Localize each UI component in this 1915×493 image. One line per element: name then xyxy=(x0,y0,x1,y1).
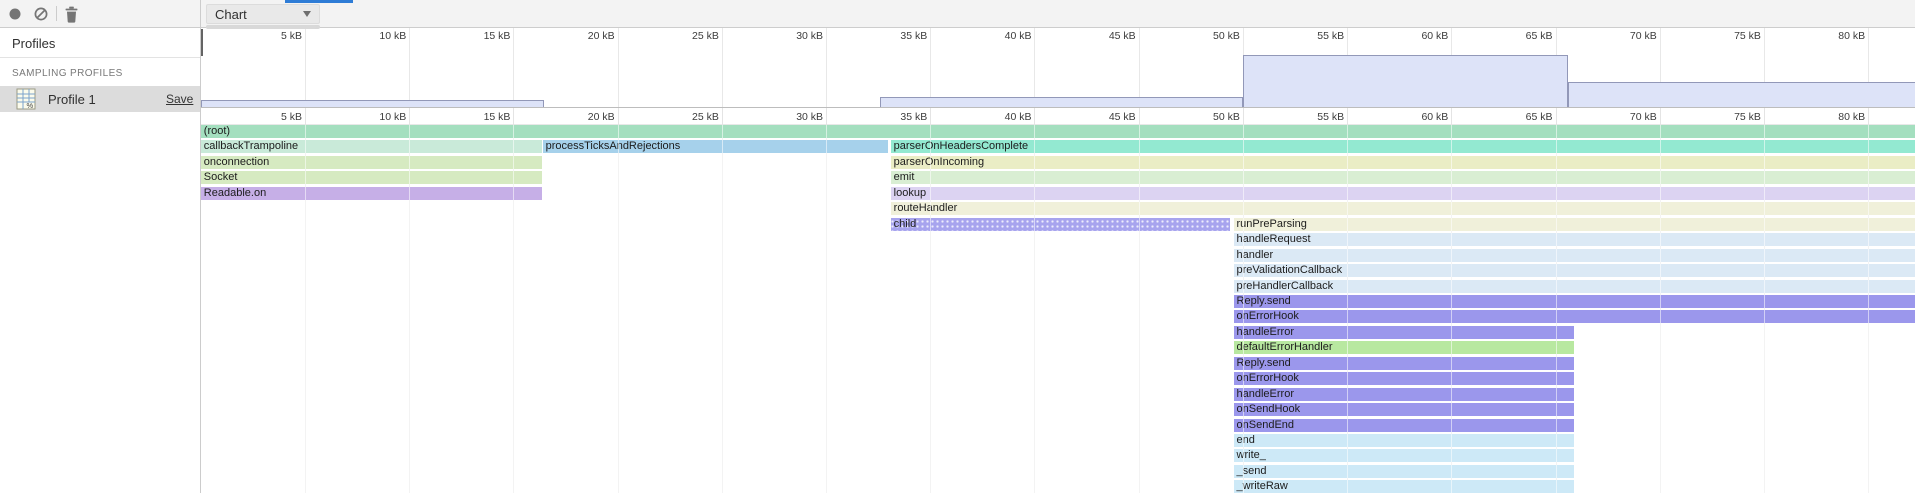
ruler-label: 35 kB xyxy=(900,111,927,123)
flame-bar[interactable]: (root) xyxy=(201,125,1915,138)
flame-bar[interactable]: handler xyxy=(1234,249,1915,262)
ruler-label: 70 kB xyxy=(1630,30,1657,42)
flame-bar[interactable]: lookup xyxy=(891,187,1915,200)
gridline-overlay xyxy=(826,125,827,493)
ruler-label: 25 kB xyxy=(692,111,719,123)
flame-bar[interactable]: emit xyxy=(891,171,1915,184)
flame-bar[interactable]: defaultErrorHandler xyxy=(1234,341,1575,354)
flame-bar[interactable]: write_ xyxy=(1234,449,1575,462)
gridline-overlay xyxy=(1556,125,1557,493)
ruler-label: 65 kB xyxy=(1526,30,1553,42)
gridline xyxy=(618,28,619,107)
ruler-label: 15 kB xyxy=(484,111,511,123)
gridline-overlay xyxy=(1868,125,1869,493)
gridline-overlay xyxy=(1764,125,1765,493)
ruler-label: 75 kB xyxy=(1734,111,1761,123)
ruler-label: 30 kB xyxy=(796,30,823,42)
gridline xyxy=(826,28,827,107)
flame-bar[interactable]: runPreParsing xyxy=(1234,218,1915,231)
ruler-label: 60 kB xyxy=(1421,30,1448,42)
ruler-label: 55 kB xyxy=(1317,30,1344,42)
ruler-label: 50 kB xyxy=(1213,111,1240,123)
gridline-overlay xyxy=(513,125,514,493)
ruler-label: 65 kB xyxy=(1526,111,1553,123)
flame-bar[interactable]: preHandlerCallback xyxy=(1234,280,1915,293)
ruler-label: 70 kB xyxy=(1630,111,1657,123)
gridline-overlay xyxy=(618,125,619,493)
ruler-label: 40 kB xyxy=(1005,30,1032,42)
overview-memory-area[interactable] xyxy=(1568,82,1915,107)
ruler-label: 30 kB xyxy=(796,111,823,123)
ruler-label: 75 kB xyxy=(1734,30,1761,42)
flame-bar[interactable]: handleRequest xyxy=(1234,233,1915,246)
gridline xyxy=(1139,28,1140,107)
flame-bar[interactable]: onconnection xyxy=(201,156,542,169)
gridline xyxy=(305,28,306,107)
flame-bar[interactable]: _writeRaw xyxy=(1234,480,1575,493)
flame-bar[interactable]: routeHandler xyxy=(891,202,1915,215)
gridline-overlay xyxy=(1660,125,1661,493)
ruler-label: 10 kB xyxy=(379,30,406,42)
flame-bar[interactable]: Reply.send xyxy=(1234,357,1575,370)
flame-bar[interactable]: onSendEnd xyxy=(1234,419,1575,432)
flame-bar[interactable]: handleError xyxy=(1234,326,1575,339)
overview-grip xyxy=(206,25,316,29)
ruler-label: 60 kB xyxy=(1421,111,1448,123)
flame-bar[interactable]: Reply.send xyxy=(1234,295,1915,308)
gridline xyxy=(722,28,723,107)
ruler-label: 50 kB xyxy=(1213,30,1240,42)
flame-bar[interactable]: processTicksAndRejections xyxy=(543,140,888,153)
overview-memory-area[interactable] xyxy=(1243,55,1568,107)
gridline-overlay xyxy=(1451,125,1452,493)
flame-bar[interactable]: handleError xyxy=(1234,388,1575,401)
gridline-overlay xyxy=(722,125,723,493)
flame-bar[interactable]: child xyxy=(891,218,1231,231)
ruler-label: 20 kB xyxy=(588,30,615,42)
flame-bar[interactable]: onErrorHook xyxy=(1234,372,1575,385)
flame-bar[interactable]: onErrorHook xyxy=(1234,310,1915,323)
ruler-label: 25 kB xyxy=(692,30,719,42)
ruler-label: 40 kB xyxy=(1005,111,1032,123)
gridline xyxy=(513,28,514,107)
ruler-label: 5 kB xyxy=(281,111,302,123)
gridline-overlay xyxy=(1243,125,1244,493)
gridline-overlay xyxy=(409,125,410,493)
flame-bar[interactable]: Socket xyxy=(201,171,542,184)
ruler-label: 20 kB xyxy=(588,111,615,123)
ruler-label: 45 kB xyxy=(1109,30,1136,42)
flame-bar[interactable]: onSendHook xyxy=(1234,403,1575,416)
gridline xyxy=(1034,28,1035,107)
flame-bar[interactable]: Readable.on xyxy=(201,187,542,200)
devtools-memory-panel: Chart Profiles SAMPLING PROFILES % Profi… xyxy=(0,0,1915,493)
ruler-label: 10 kB xyxy=(379,111,406,123)
gridline-overlay xyxy=(1139,125,1140,493)
gridline xyxy=(409,28,410,107)
overview-memory-area[interactable] xyxy=(201,100,544,107)
ruler-label: 80 kB xyxy=(1838,111,1865,123)
flame-bar[interactable]: end xyxy=(1234,434,1575,447)
gridline-overlay xyxy=(1347,125,1348,493)
ruler-label: 80 kB xyxy=(1838,30,1865,42)
ruler-label: 15 kB xyxy=(484,30,511,42)
ruler-label: 5 kB xyxy=(281,30,302,42)
ruler-label: 45 kB xyxy=(1109,111,1136,123)
gridline xyxy=(930,28,931,107)
gridline-overlay xyxy=(305,125,306,493)
flame-bar[interactable]: callbackTrampoline xyxy=(201,140,542,153)
flame-bar[interactable]: preValidationCallback xyxy=(1234,264,1915,277)
flame-bar[interactable]: _send xyxy=(1234,465,1575,478)
ruler-label: 35 kB xyxy=(900,30,927,42)
chart-area: 5 kB 5 kB 10 kB 10 kB 15 kB 15 kB 20 kB 20 kB 25… xyxy=(0,0,1915,493)
flame-bar[interactable]: parserOnHeadersComplete xyxy=(891,140,1915,153)
ruler-label: 55 kB xyxy=(1317,111,1344,123)
gridline-overlay xyxy=(930,125,931,493)
flame-bar[interactable]: parserOnIncoming xyxy=(891,156,1915,169)
overview-memory-area[interactable] xyxy=(880,97,1243,107)
gridline-overlay xyxy=(1034,125,1035,493)
